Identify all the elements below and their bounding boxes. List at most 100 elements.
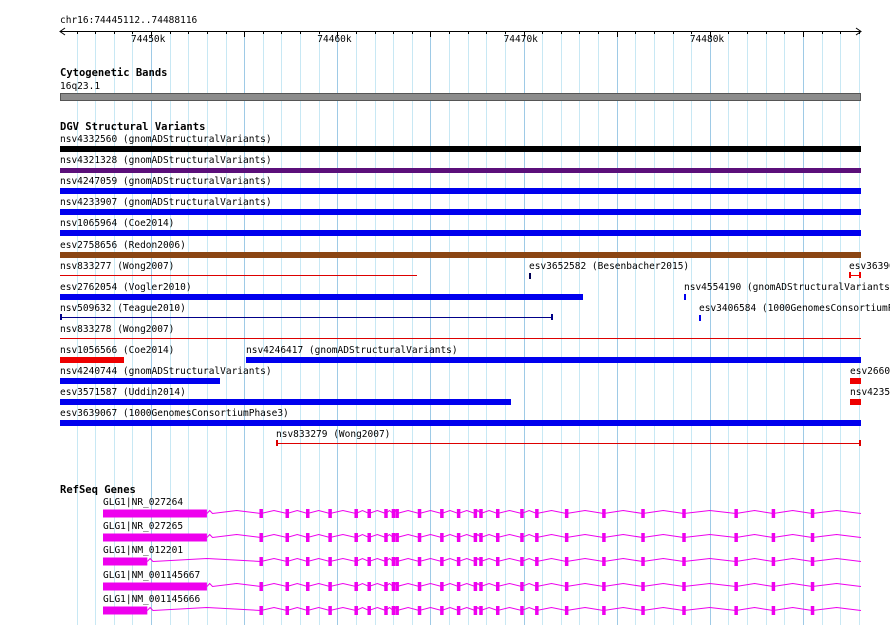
gene-exon — [520, 581, 524, 591]
gene-exon — [564, 557, 569, 567]
gene-utr-block — [103, 582, 207, 591]
gene-exon — [306, 557, 310, 567]
gene-label[interactable]: GLG1|NM_012201 — [103, 545, 183, 556]
gene-exon — [440, 533, 444, 543]
gene-exon — [285, 533, 290, 543]
gene-exon — [641, 581, 645, 591]
gene-exon — [384, 605, 388, 615]
gene-exon — [535, 605, 539, 615]
gene-exon — [391, 509, 396, 518]
gene-exon — [440, 605, 444, 615]
gene-model[interactable] — [0, 605, 890, 617]
gene-exon — [495, 581, 500, 591]
gene-exon — [456, 557, 461, 567]
gene-exon — [535, 581, 539, 591]
gene-exon — [682, 557, 686, 567]
gene-exon — [354, 557, 358, 567]
gene-exon — [456, 509, 461, 518]
gene-exon — [328, 509, 332, 518]
gene-exon — [440, 509, 444, 518]
gene-exon — [810, 533, 815, 543]
gene-label[interactable]: GLG1|NR_027264 — [103, 497, 183, 508]
gene-exon — [564, 581, 569, 591]
gene-model[interactable] — [0, 556, 890, 568]
gene-exon — [285, 581, 290, 591]
gene-exon — [395, 605, 399, 615]
gene-exon — [440, 557, 444, 567]
gene-model[interactable] — [0, 532, 890, 544]
gene-exon — [456, 605, 461, 615]
gene-exon — [734, 557, 738, 567]
gene-exon — [479, 581, 483, 591]
gene-utr-block — [103, 533, 207, 542]
gene-exon — [354, 581, 358, 591]
gene-exon — [367, 509, 371, 518]
gene-exon — [641, 557, 645, 567]
gene-exon — [641, 533, 645, 543]
gene-exon — [641, 605, 645, 615]
gene-exon — [306, 509, 310, 518]
gene-exon — [520, 509, 524, 518]
refseq-track: GLG1|NR_027264 GLG1|NR_027265 GLG1|NM_0122… — [0, 0, 890, 625]
gene-exon — [734, 533, 738, 543]
gene-exon — [810, 509, 815, 518]
gene-exon — [306, 605, 310, 615]
gene-exon — [734, 605, 738, 615]
gene-intron-line — [206, 533, 862, 539]
gene-exon — [734, 509, 738, 518]
gene-exon — [259, 509, 263, 518]
gene-intron-line — [146, 606, 862, 612]
gene-exon — [391, 557, 396, 567]
gene-exon — [456, 581, 461, 591]
gene-exon — [306, 581, 310, 591]
gene-exon — [682, 605, 686, 615]
gene-exon — [810, 605, 815, 615]
gene-exon — [520, 533, 524, 543]
gene-exon — [479, 557, 483, 567]
gene-exon — [259, 605, 263, 615]
gene-exon — [259, 581, 263, 591]
gene-utr-block — [103, 557, 148, 566]
gene-utr-block — [103, 509, 207, 518]
gene-exon — [564, 533, 569, 543]
gene-exon — [473, 509, 478, 518]
gene-exon — [285, 557, 290, 567]
gene-label[interactable]: GLG1|NM_001145666 — [103, 594, 200, 605]
gene-exon — [473, 605, 478, 615]
gene-exon — [395, 581, 399, 591]
gene-exon — [810, 581, 815, 591]
gene-exon — [520, 557, 524, 567]
gene-exon — [535, 509, 539, 518]
gene-exon — [456, 533, 461, 543]
gene-exon — [391, 581, 396, 591]
gene-exon — [564, 509, 569, 518]
gene-label[interactable]: GLG1|NM_001145667 — [103, 570, 200, 581]
gene-exon — [395, 557, 399, 567]
gene-exon — [479, 605, 483, 615]
gene-exon — [417, 605, 422, 615]
gene-exon — [602, 581, 606, 591]
gene-exon — [564, 605, 569, 615]
gene-exon — [520, 605, 524, 615]
gene-exon — [391, 605, 396, 615]
gene-exon — [602, 509, 606, 518]
gene-exon — [771, 557, 776, 567]
gene-exon — [328, 557, 332, 567]
gene-exon — [535, 533, 539, 543]
gene-exon — [682, 509, 686, 518]
gene-exon — [682, 581, 686, 591]
gene-utr-block — [103, 606, 148, 615]
gene-exon — [602, 557, 606, 567]
gene-exon — [473, 557, 478, 567]
gene-exon — [771, 605, 776, 615]
gene-exon — [473, 581, 478, 591]
gene-exon — [771, 581, 776, 591]
gene-model[interactable] — [0, 581, 890, 593]
gene-model[interactable] — [0, 508, 890, 520]
gene-label[interactable]: GLG1|NR_027265 — [103, 521, 183, 532]
gene-exon — [682, 533, 686, 543]
gene-exon — [285, 605, 290, 615]
gene-exon — [259, 557, 263, 567]
gene-exon — [306, 533, 310, 543]
gene-exon — [328, 533, 332, 543]
